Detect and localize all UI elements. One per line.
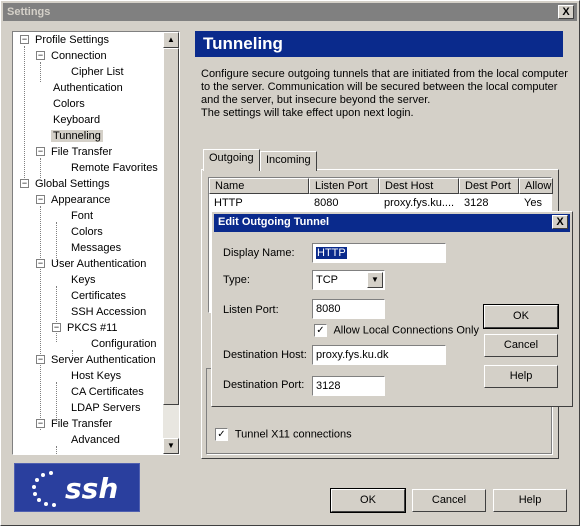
dialog-help-button[interactable]: Help [484, 365, 558, 388]
tree-item-file-transfer-global[interactable]: − File Transfer [33, 416, 114, 432]
column-header-dest-port[interactable]: Dest Port [459, 178, 519, 194]
table-row[interactable]: HTTP [209, 196, 309, 211]
table-cell[interactable]: 3128 [459, 196, 519, 211]
display-name-label: Display Name: [223, 247, 295, 259]
column-header-allow[interactable]: Allow [519, 178, 553, 194]
tree-item-ssh-accession[interactable]: SSH Accession [69, 304, 148, 320]
column-header-name[interactable]: Name [209, 178, 309, 194]
destination-port-label: Destination Port: [223, 379, 305, 391]
tree-item-colors-global[interactable]: Colors [69, 224, 105, 240]
scroll-thumb[interactable] [163, 48, 179, 405]
dialog-title-bar: Edit Outgoing Tunnel X [214, 214, 570, 232]
collapse-icon[interactable]: − [36, 355, 45, 364]
tab-outgoing[interactable]: Outgoing [203, 149, 260, 171]
tree-item-font[interactable]: Font [69, 208, 95, 224]
scroll-up-arrow-icon[interactable]: ▲ [163, 32, 179, 48]
title-bar: Settings X [3, 3, 577, 21]
page-title: Tunneling [195, 31, 563, 57]
listen-port-field[interactable]: 8080 [312, 299, 385, 319]
destination-port-field[interactable]: 3128 [312, 376, 385, 396]
destination-host-label: Destination Host: [223, 349, 307, 361]
ssh-logo: ssh [14, 463, 140, 512]
tree-item-configuration[interactable]: Configuration [89, 336, 158, 352]
column-header-dest-host[interactable]: Dest Host [379, 178, 459, 194]
collapse-icon[interactable]: − [52, 323, 61, 332]
collapse-icon[interactable]: − [36, 419, 45, 428]
x11-checkbox[interactable]: ✓ [215, 428, 228, 441]
tree-item-appearance[interactable]: − Appearance [33, 192, 112, 208]
table-cell[interactable]: Yes [519, 196, 553, 211]
x11-checkbox-row[interactable]: ✓ Tunnel X11 connections [215, 428, 352, 442]
dialog-title: Edit Outgoing Tunnel [218, 216, 329, 228]
dialog-ok-button[interactable]: OK [483, 304, 559, 329]
collapse-icon[interactable]: − [36, 195, 45, 204]
tree-item-user-authentication[interactable]: − User Authentication [33, 256, 148, 272]
tree-item-file-transfer[interactable]: − File Transfer [33, 144, 114, 160]
settings-tree: − Profile Settings − Connection Cipher L… [13, 32, 165, 454]
x11-label: Tunnel X11 connections [234, 428, 352, 441]
tree-item-authentication[interactable]: Authentication [51, 80, 125, 96]
tree-item-connection[interactable]: − Connection [33, 48, 109, 64]
tree-item-ca-certificates[interactable]: CA Certificates [69, 384, 146, 400]
tree-item-profile-settings[interactable]: − Profile Settings [17, 32, 111, 48]
display-name-field[interactable]: HTTP [312, 243, 446, 263]
tree-item-pkcs11[interactable]: − PKCS #11 [49, 320, 120, 336]
window-title: Settings [7, 6, 51, 18]
tree-item-cipher-list[interactable]: Cipher List [69, 64, 126, 80]
collapse-icon[interactable]: − [36, 147, 45, 156]
listen-port-label: Listen Port: [223, 304, 279, 316]
tree-item-advanced[interactable]: Advanced [69, 432, 122, 448]
logo-text: ssh [65, 472, 119, 505]
destination-host-field[interactable]: proxy.fys.ku.dk [312, 345, 446, 365]
collapse-icon[interactable]: − [36, 51, 45, 60]
settings-window: Settings X − Profile Settings − Connecti… [0, 0, 580, 526]
column-header-listen-port[interactable]: Listen Port [309, 178, 379, 194]
tree-item-remote-favorites[interactable]: Remote Favorites [69, 160, 160, 176]
tree-item-messages[interactable]: Messages [69, 240, 123, 256]
collapse-icon[interactable]: − [20, 179, 29, 188]
settings-tree-panel: − Profile Settings − Connection Cipher L… [12, 31, 180, 455]
tree-item-server-authentication[interactable]: − Server Authentication [33, 352, 158, 368]
tree-item-keyboard[interactable]: Keyboard [51, 112, 102, 128]
collapse-icon[interactable]: − [36, 259, 45, 268]
tree-item-tunneling[interactable]: Tunneling [51, 128, 103, 144]
table-cell[interactable]: 8080 [309, 196, 379, 211]
table-cell[interactable]: proxy.fys.ku.... [379, 196, 459, 211]
scroll-down-arrow-icon[interactable]: ▼ [163, 438, 179, 454]
dialog-cancel-button[interactable]: Cancel [484, 334, 558, 357]
close-icon[interactable]: X [558, 5, 574, 19]
tree-scrollbar[interactable]: ▲ ▼ [163, 32, 179, 454]
tree-item-ldap-servers[interactable]: LDAP Servers [69, 400, 143, 416]
tree-item-host-keys[interactable]: Host Keys [69, 368, 123, 384]
close-icon[interactable]: X [552, 215, 568, 229]
collapse-icon[interactable]: − [20, 35, 29, 44]
tree-item-colors[interactable]: Colors [51, 96, 87, 112]
tab-incoming[interactable]: Incoming [260, 151, 317, 171]
allow-local-label: Allow Local Connections Only [333, 324, 479, 337]
type-label: Type: [223, 274, 250, 286]
tree-item-keys[interactable]: Keys [69, 272, 97, 288]
chevron-down-icon[interactable]: ▼ [367, 272, 383, 288]
allow-local-checkbox[interactable]: ✓ [314, 324, 327, 337]
tree-item-certificates[interactable]: Certificates [69, 288, 128, 304]
panel-description: Configure secure outgoing tunnels that a… [201, 68, 568, 119]
type-select[interactable]: TCP ▼ [312, 270, 385, 290]
cancel-button[interactable]: Cancel [412, 489, 486, 512]
help-button[interactable]: Help [493, 489, 567, 512]
edit-outgoing-tunnel-dialog: Edit Outgoing Tunnel X Display Name: HTT… [211, 211, 573, 407]
allow-local-row[interactable]: ✓ Allow Local Connections Only [314, 324, 479, 337]
ok-button[interactable]: OK [330, 488, 406, 513]
tree-item-global-settings[interactable]: − Global Settings [17, 176, 112, 192]
